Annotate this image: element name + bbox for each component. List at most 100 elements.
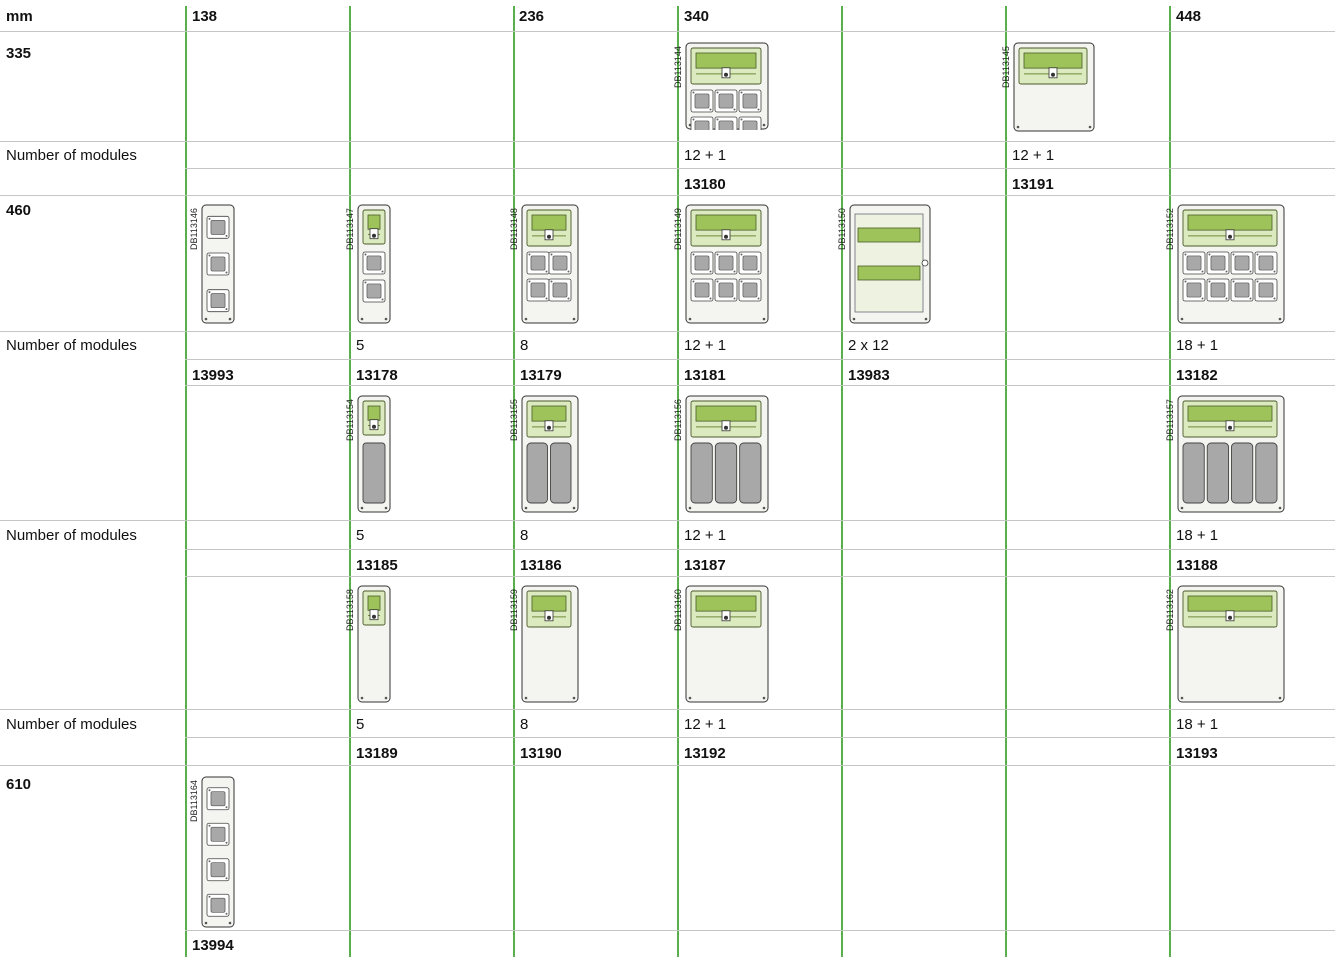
column-separator xyxy=(841,6,843,957)
drawing-reference-code: DB113145 xyxy=(1001,46,1011,88)
drawing-reference-code: DB113144 xyxy=(673,46,683,88)
enclosure-image xyxy=(1177,395,1285,518)
module-count: 12 + 1 xyxy=(1012,147,1055,164)
enclosure-drawing xyxy=(521,204,579,324)
row-rule xyxy=(185,549,1335,550)
module-count: 12 + 1 xyxy=(684,337,727,354)
modules-label: Number of modules xyxy=(6,147,137,164)
catalogue-reference: 13179 xyxy=(520,367,562,384)
modules-label: Number of modules xyxy=(6,337,137,354)
drawing-reference-code: DB113155 xyxy=(509,399,519,441)
height-label-610: 610 xyxy=(6,776,32,793)
enclosure-drawing xyxy=(1177,585,1285,703)
drawing-reference-code: DB113154 xyxy=(345,399,355,441)
enclosure-image xyxy=(521,204,579,329)
catalogue-reference: 13190 xyxy=(520,745,562,762)
enclosure-image xyxy=(357,395,391,518)
enclosure-drawing xyxy=(1013,42,1095,132)
catalogue-reference: 13189 xyxy=(356,745,398,762)
drawing-reference-code: DB113148 xyxy=(509,208,519,250)
enclosure-drawing xyxy=(849,204,931,324)
row-rule xyxy=(0,709,1335,710)
row-rule xyxy=(0,141,1335,142)
enclosure-drawing xyxy=(201,776,235,928)
enclosure-drawing xyxy=(357,395,391,513)
module-count: 5 xyxy=(356,337,365,354)
unit-header: mm xyxy=(6,8,33,25)
drawing-reference-code: DB113162 xyxy=(1165,589,1175,631)
enclosure-image xyxy=(1177,585,1285,708)
drawing-reference-code: DB113146 xyxy=(189,208,199,250)
enclosure-image xyxy=(685,395,769,518)
enclosure-drawing xyxy=(357,204,391,324)
row-rule xyxy=(185,576,1335,577)
row-rule xyxy=(0,31,1335,32)
enclosure-drawing xyxy=(521,585,579,703)
catalogue-reference: 13185 xyxy=(356,557,398,574)
module-count: 8 xyxy=(520,337,529,354)
width-header-138: 138 xyxy=(192,8,218,25)
modules-label: Number of modules xyxy=(6,527,137,544)
row-rule xyxy=(0,520,1335,521)
drawing-reference-code: DB113160 xyxy=(673,589,683,631)
module-count: 5 xyxy=(356,527,365,544)
catalogue-reference: 13191 xyxy=(1012,176,1054,193)
drawing-reference-code: DB113152 xyxy=(1165,208,1175,250)
enclosure-image xyxy=(521,395,579,518)
row-rule xyxy=(185,359,1335,360)
column-separator xyxy=(1169,6,1171,957)
row-rule xyxy=(185,930,1335,931)
module-count: 12 + 1 xyxy=(684,527,727,544)
module-count: 18 + 1 xyxy=(1176,337,1219,354)
product-table: mm 138 236 340 448 335 460 610 Number of… xyxy=(0,0,1335,957)
catalogue-reference: 13994 xyxy=(192,937,234,954)
enclosure-image xyxy=(201,204,235,329)
column-separator xyxy=(185,6,187,957)
drawing-reference-code: DB113150 xyxy=(837,208,847,250)
enclosure-image xyxy=(1177,204,1285,329)
drawing-reference-code: DB113149 xyxy=(673,208,683,250)
drawing-reference-code: DB113159 xyxy=(509,589,519,631)
enclosure-drawing xyxy=(521,395,579,513)
enclosure-drawing xyxy=(201,204,235,324)
module-count: 12 + 1 xyxy=(684,147,727,164)
enclosure-image xyxy=(685,42,769,140)
drawing-reference-code: DB113164 xyxy=(189,780,199,822)
row-rule xyxy=(0,331,1335,332)
enclosure-drawing xyxy=(685,395,769,513)
width-header-448: 448 xyxy=(1176,8,1202,25)
catalogue-reference: 13193 xyxy=(1176,745,1218,762)
catalogue-reference: 13180 xyxy=(684,176,726,193)
drawing-reference-code: DB113157 xyxy=(1165,399,1175,441)
row-rule xyxy=(0,195,1335,196)
module-count: 12 + 1 xyxy=(684,716,727,733)
enclosure-image xyxy=(357,585,391,708)
catalogue-reference: 13182 xyxy=(1176,367,1218,384)
enclosure-image xyxy=(849,204,931,329)
drawing-reference-code: DB113158 xyxy=(345,589,355,631)
row-rule xyxy=(185,385,1335,386)
enclosure-drawing xyxy=(685,585,769,703)
column-separator xyxy=(349,6,351,957)
width-header-340: 340 xyxy=(684,8,710,25)
column-separator xyxy=(513,6,515,957)
enclosure-drawing xyxy=(685,204,769,324)
enclosure-image xyxy=(521,585,579,708)
enclosure-drawing xyxy=(1177,204,1285,324)
catalogue-reference: 13187 xyxy=(684,557,726,574)
height-label-335: 335 xyxy=(6,45,32,62)
module-count: 2 x 12 xyxy=(848,337,889,354)
catalogue-reference: 13192 xyxy=(684,745,726,762)
enclosure-drawing xyxy=(685,42,769,140)
enclosure-image xyxy=(201,776,235,933)
row-rule xyxy=(185,168,1335,169)
enclosure-image xyxy=(685,585,769,708)
enclosure-image xyxy=(1013,42,1095,137)
enclosure-drawing xyxy=(1177,395,1285,513)
column-separator xyxy=(677,6,679,957)
enclosure-image xyxy=(357,204,391,329)
module-count: 8 xyxy=(520,716,529,733)
row-rule xyxy=(185,737,1335,738)
catalogue-reference: 13186 xyxy=(520,557,562,574)
drawing-reference-code: DB113147 xyxy=(345,208,355,250)
